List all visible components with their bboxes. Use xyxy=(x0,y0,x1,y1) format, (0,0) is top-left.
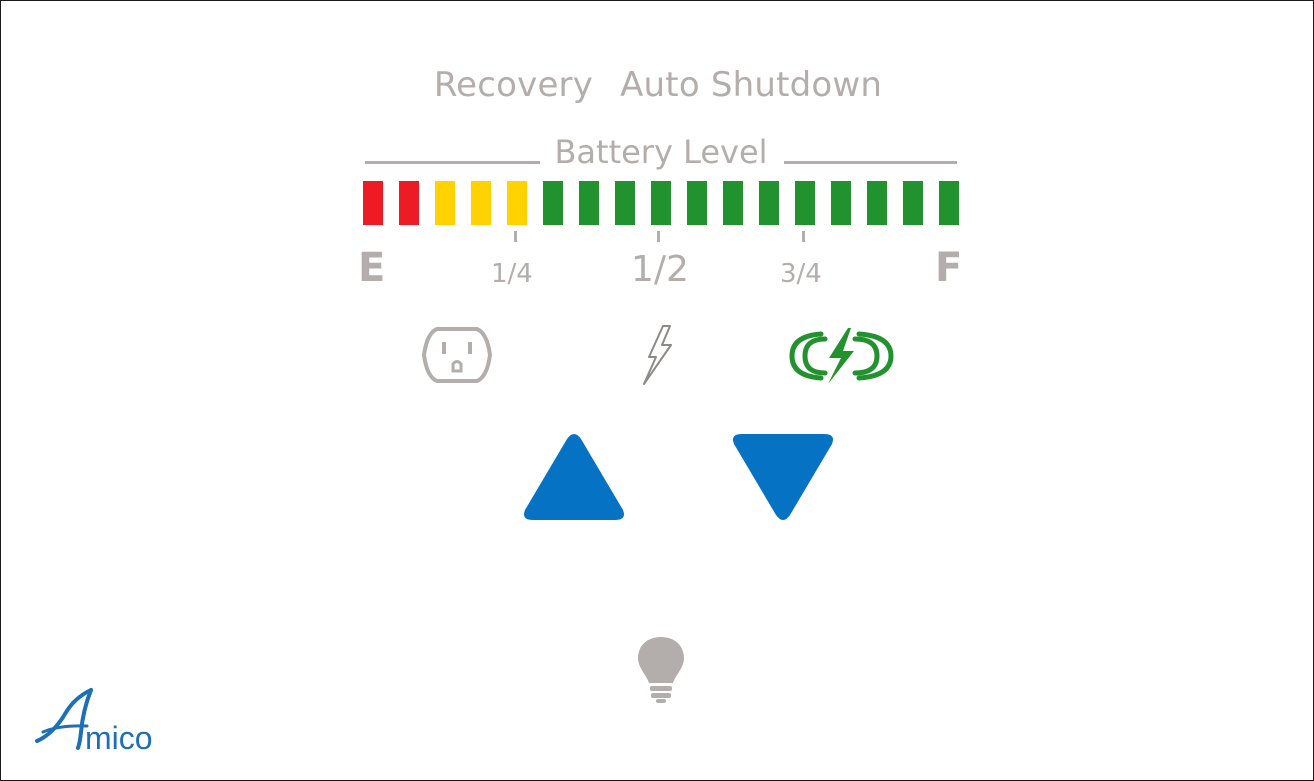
battery-scale-ticks xyxy=(1,231,1314,243)
battery-segment xyxy=(867,181,887,225)
battery-segment xyxy=(831,181,851,225)
battery-segment xyxy=(903,181,923,225)
battery-segment xyxy=(759,181,779,225)
battery-segment xyxy=(579,181,599,225)
battery-level-meter xyxy=(363,181,959,225)
three-quarter-tick xyxy=(802,231,805,242)
battery-header-rule-right xyxy=(784,161,957,164)
decrease-button[interactable] xyxy=(731,431,835,523)
down-arrow-icon xyxy=(733,434,833,520)
logo-text: mico xyxy=(85,720,153,756)
lightbulb-icon xyxy=(638,637,684,703)
outlet-icon xyxy=(420,325,494,385)
mode-indicators: Recovery Auto Shutdown xyxy=(1,65,1314,105)
battery-full-label: F xyxy=(935,245,963,291)
battery-segment xyxy=(939,181,959,225)
battery-segment xyxy=(507,181,527,225)
battery-segment xyxy=(399,181,419,225)
amico-logo: mico xyxy=(31,686,181,756)
battery-half-label: 1/2 xyxy=(631,249,689,290)
battery-level-header: Battery Level xyxy=(365,133,957,177)
light-button[interactable] xyxy=(635,633,687,707)
increase-button[interactable] xyxy=(522,431,626,523)
battery-empty-label: E xyxy=(358,245,386,291)
battery-segment xyxy=(363,181,383,225)
battery-segment xyxy=(723,181,743,225)
battery-segment xyxy=(651,181,671,225)
battery-segment xyxy=(795,181,815,225)
battery-segment xyxy=(435,181,455,225)
control-panel: Recovery Auto Shutdown Battery Level E 1… xyxy=(0,0,1314,781)
battery-quarter-label: 1/4 xyxy=(491,259,533,289)
battery-segment xyxy=(687,181,707,225)
half-tick xyxy=(657,231,660,242)
battery-level-title: Battery Level xyxy=(554,133,768,171)
battery-segment xyxy=(543,181,563,225)
battery-segment xyxy=(615,181,635,225)
charging-battery-icon xyxy=(785,326,899,386)
auto-shutdown-indicator[interactable]: Auto Shutdown xyxy=(620,65,882,105)
up-arrow-icon xyxy=(524,434,624,520)
lightning-icon xyxy=(641,323,675,387)
battery-segment xyxy=(471,181,491,225)
quarter-tick xyxy=(514,231,517,242)
battery-three-quarter-label: 3/4 xyxy=(780,259,822,289)
recovery-mode-indicator[interactable]: Recovery xyxy=(434,65,593,105)
